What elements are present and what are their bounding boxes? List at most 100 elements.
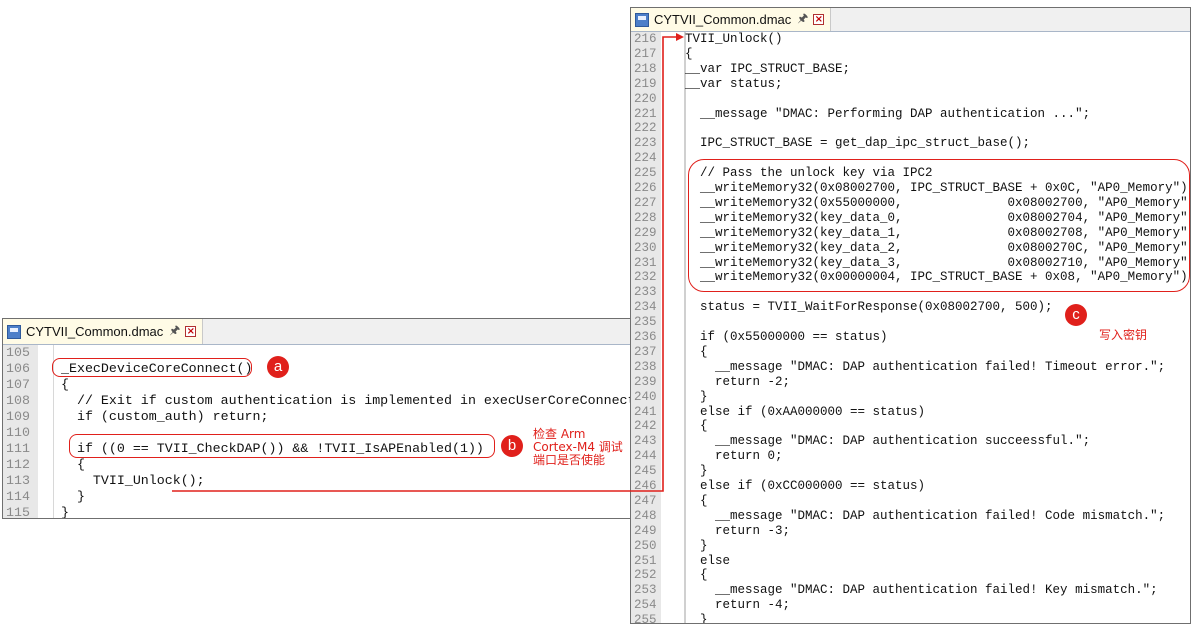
close-icon[interactable]: × <box>185 326 197 337</box>
line-number: 106 <box>6 361 30 376</box>
annotation-marker-c: c <box>1065 304 1087 326</box>
left-editor-tab-label: CYTVII_Common.dmac <box>26 324 164 339</box>
code-line[interactable]: { <box>685 568 708 583</box>
line-number: 232 <box>634 270 657 285</box>
annotation-text-b-line-3: 端口是否使能 <box>533 453 606 467</box>
right-editor-tab-label: CYTVII_Common.dmac <box>654 12 792 27</box>
line-number: 112 <box>6 457 30 472</box>
file-icon <box>7 324 21 339</box>
code-line[interactable]: // Exit if custom authentication is impl… <box>61 393 652 409</box>
code-line[interactable]: { <box>685 345 708 360</box>
line-number: 254 <box>634 598 657 613</box>
pin-icon[interactable]: 🖈 <box>169 321 180 342</box>
right-editor-tab[interactable]: CYTVII_Common.dmac 🖈 × <box>631 8 832 31</box>
line-number: 230 <box>634 240 657 255</box>
code-line[interactable]: if (0x55000000 == status) <box>685 330 888 345</box>
code-line[interactable]: { <box>685 419 708 434</box>
line-number: 235 <box>634 315 657 330</box>
line-number: 219 <box>634 76 657 91</box>
annotation-box-c <box>688 159 1190 292</box>
annotation-box-a <box>52 358 252 377</box>
code-line[interactable]: else <box>685 554 730 569</box>
line-number: 237 <box>634 344 657 359</box>
line-number: 223 <box>634 136 657 151</box>
code-line[interactable]: TVII_Unlock(); <box>61 473 205 489</box>
left-editor-tabbar: CYTVII_Common.dmac 🖈 × <box>3 319 654 345</box>
code-line[interactable]: return -3; <box>685 524 790 539</box>
code-line[interactable]: __message "DMAC: DAP authentication fail… <box>685 360 1165 375</box>
code-line[interactable]: } <box>685 390 708 405</box>
line-number: 242 <box>634 419 657 434</box>
line-number: 253 <box>634 583 657 598</box>
right-editor-window: CYTVII_Common.dmac 🖈 × 216 TVII_Unlock() 2… <box>630 7 1191 624</box>
line-number: 227 <box>634 195 657 210</box>
line-number: 224 <box>634 151 657 166</box>
code-line[interactable]: { <box>61 377 69 393</box>
line-number: 233 <box>634 285 657 300</box>
line-number: 113 <box>6 473 30 488</box>
code-line[interactable]: __message "DMAC: DAP authentication succ… <box>685 434 1090 449</box>
code-line[interactable]: else if (0xAA000000 == status) <box>685 405 925 420</box>
annotation-marker-a: a <box>267 356 289 378</box>
line-number: 229 <box>634 225 657 240</box>
code-line[interactable]: } <box>61 489 85 505</box>
code-line[interactable]: if (custom_auth) return; <box>61 409 269 425</box>
left-editor-tab[interactable]: CYTVII_Common.dmac 🖈 × <box>3 319 204 344</box>
annotation-text-c: 写入密钥 <box>1099 328 1148 342</box>
line-number: 110 <box>6 425 30 440</box>
file-icon <box>635 12 649 27</box>
code-line[interactable]: return -2; <box>685 375 790 390</box>
annotation-text-b: 检查 Arm Cortex-M4 调试 端口是否使能 <box>533 428 623 467</box>
right-editor-tabbar: CYTVII_Common.dmac 🖈 × <box>631 8 1190 32</box>
code-line[interactable]: { <box>685 494 708 509</box>
annotation-box-b <box>69 434 495 458</box>
code-line[interactable]: { <box>61 457 85 473</box>
code-line[interactable]: { <box>685 47 693 62</box>
code-line[interactable]: else if (0xCC000000 == status) <box>685 479 925 494</box>
line-number: 243 <box>634 434 657 449</box>
line-number: 239 <box>634 374 657 389</box>
line-number: 221 <box>634 106 657 121</box>
line-number: 245 <box>634 464 657 479</box>
code-line[interactable]: } <box>685 539 708 554</box>
line-number: 228 <box>634 210 657 225</box>
code-line[interactable]: __message "DMAC: Performing DAP authenti… <box>685 107 1090 122</box>
line-number: 234 <box>634 300 657 315</box>
code-line[interactable]: IPC_STRUCT_BASE = get_dap_ipc_struct_bas… <box>685 136 1030 151</box>
code-line[interactable]: return -4; <box>685 598 790 613</box>
line-number: 108 <box>6 393 30 408</box>
line-number: 247 <box>634 493 657 508</box>
line-number: 238 <box>634 359 657 374</box>
line-number: 255 <box>634 613 657 624</box>
line-number: 248 <box>634 508 657 523</box>
line-number: 252 <box>634 568 657 583</box>
line-number: 251 <box>634 553 657 568</box>
code-line[interactable]: __message "DMAC: DAP authentication fail… <box>685 509 1165 524</box>
line-number: 222 <box>634 121 657 136</box>
code-line[interactable]: } <box>685 464 708 479</box>
left-editor-window: CYTVII_Common.dmac 🖈 × 105 106 _ExecDevice… <box>2 318 655 519</box>
close-icon[interactable]: × <box>813 14 825 25</box>
line-number: 220 <box>634 91 657 106</box>
code-line[interactable]: } <box>61 505 69 518</box>
line-number: 236 <box>634 330 657 344</box>
line-number: 109 <box>6 409 30 424</box>
line-number: 218 <box>634 61 657 76</box>
line-number: 217 <box>634 46 657 61</box>
code-line[interactable]: __var IPC_STRUCT_BASE; <box>685 62 850 77</box>
code-line[interactable]: __var status; <box>685 77 783 92</box>
line-number: 240 <box>634 389 657 404</box>
code-line[interactable]: return 0; <box>685 449 783 464</box>
line-number: 216 <box>634 32 657 46</box>
code-line[interactable]: status = TVII_WaitForResponse(0x08002700… <box>685 300 1053 315</box>
code-line[interactable]: __message "DMAC: DAP authentication fail… <box>685 583 1158 598</box>
line-number: 249 <box>634 523 657 538</box>
code-line[interactable]: } <box>685 613 708 623</box>
line-number: 246 <box>634 479 657 493</box>
line-number: 250 <box>634 538 657 553</box>
line-number: 244 <box>634 449 657 464</box>
pin-icon[interactable]: 🖈 <box>797 9 808 30</box>
line-number: 114 <box>6 489 30 504</box>
code-line[interactable]: TVII_Unlock() <box>685 32 783 47</box>
annotation-marker-b: b <box>501 435 523 457</box>
